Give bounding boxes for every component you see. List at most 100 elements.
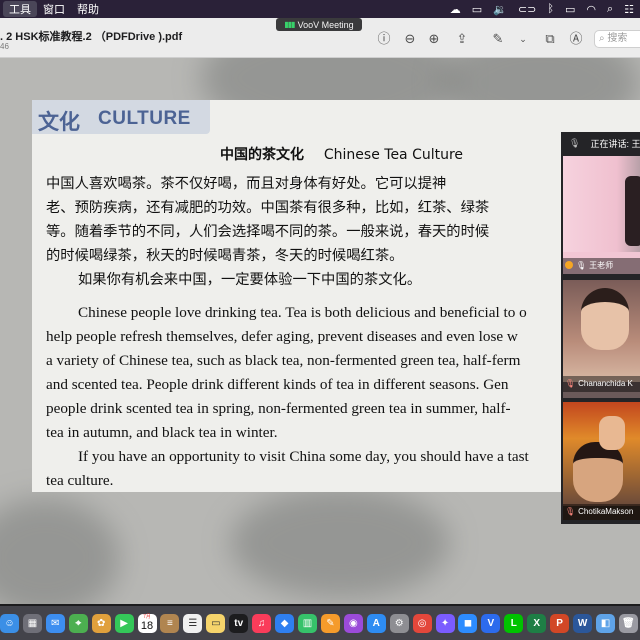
- launchpad-icon[interactable]: ▦: [22, 613, 42, 633]
- info-icon[interactable]: ⓘ: [376, 31, 392, 47]
- participant-name: 🎙 ChotikaMakson: [563, 504, 640, 520]
- annotate-icon[interactable]: Ⓐ: [568, 31, 584, 47]
- markup-pen-icon[interactable]: ✎: [490, 31, 506, 47]
- speaking-label: 正在讲话: 王: [590, 138, 640, 149]
- preview-icon[interactable]: ◧: [595, 613, 615, 633]
- search-field[interactable]: ⌕ 搜索: [594, 30, 640, 48]
- leaf-shadow: [230, 488, 450, 598]
- en-paragraph-line: and scented tea. People drink different …: [46, 376, 509, 393]
- share-icon[interactable]: ⇪: [454, 31, 470, 47]
- user-icon: [565, 261, 573, 269]
- notes-brown-icon[interactable]: ≡: [160, 613, 180, 633]
- article-title-cn: 中国的茶文化: [220, 147, 304, 163]
- microphone-icon[interactable]: 🎙: [569, 138, 580, 149]
- participant-tile[interactable]: 🎙 ChotikaMakson: [563, 402, 640, 520]
- en-paragraph-line: tea culture.: [46, 472, 114, 489]
- link-icon[interactable]: ⊂⊃: [518, 3, 536, 16]
- mail-icon[interactable]: ✉: [45, 613, 65, 633]
- participant-tile[interactable]: 🎙 Chananchida K: [563, 280, 640, 398]
- participants-panel: 🎙 正在讲话: 王 🎙 王老师 🎙 Chananchida K 🎙 ChotikaMa…: [561, 132, 640, 524]
- cn-paragraph-line: 等。随着季节的不同，人们会选择喝不同的茶。一般来说，春天的时候: [46, 224, 490, 240]
- calendar-icon[interactable]: 7月 18: [137, 613, 157, 633]
- menu-item-window[interactable]: 窗口: [37, 1, 71, 17]
- zoom-out-icon[interactable]: ⊖: [402, 31, 418, 47]
- mic-muted-icon: 🎙: [565, 507, 576, 516]
- meeting-indicator[interactable]: ▮▮▮ VooV Meeting: [276, 18, 362, 31]
- facetime-icon[interactable]: ▶: [114, 613, 134, 633]
- zoom-in-icon[interactable]: ⊕: [426, 31, 442, 47]
- keynote-icon[interactable]: ◆: [275, 613, 295, 633]
- participant-tile[interactable]: 🎙 王老师: [563, 156, 640, 274]
- participant-name-text: ChotikaMakson: [578, 507, 634, 516]
- bluetooth-icon[interactable]: ᛒ: [547, 3, 554, 15]
- participant-face: [573, 442, 623, 502]
- section-title-cn: 文化: [38, 109, 80, 134]
- en-paragraph-line: a variety of Chinese tea, such as black …: [46, 352, 521, 369]
- participant-silhouette: [625, 176, 640, 246]
- settings-icon[interactable]: ⚙: [389, 613, 409, 633]
- trash-icon[interactable]: 🗑: [618, 613, 638, 633]
- cn-paragraph-line: 如果你有机会来中国，一定要体验一下中国的茶文化。: [78, 272, 422, 288]
- calendar-day: 18: [140, 619, 154, 632]
- meeting-indicator-label: VooV Meeting: [297, 19, 354, 30]
- article-title: 中国的茶文化 Chinese Tea Culture: [220, 144, 463, 164]
- numbers-icon[interactable]: ▥: [297, 613, 317, 633]
- en-paragraph-line: people drink scented tea in spring, non-…: [46, 400, 511, 417]
- cn-paragraph-line: 老、预防疾病，还有减肥的功效。中国茶有很多种，比如，红茶、绿茶: [46, 200, 490, 216]
- en-paragraph-line: help people refresh themselves, defer ag…: [46, 328, 518, 345]
- excel-icon[interactable]: X: [527, 613, 547, 633]
- participant-name: 🎙 Chananchida K: [563, 376, 640, 392]
- podcasts-icon[interactable]: ◉: [343, 613, 363, 633]
- word-icon[interactable]: W: [573, 613, 593, 633]
- dock: ☺ ▦ ✉ ⌖ ✿ ▶ 7月 18 ≡ ☰ ▭ tv ♫ ◆ ▥ ✎ ◉ A ⚙ ◎ ✦ ◼ V L X P W ◧ 🗑: [0, 606, 640, 640]
- zoom-icon[interactable]: ◼: [458, 613, 478, 633]
- powerpoint-icon[interactable]: P: [550, 613, 570, 633]
- section-tab: 文化 CULTURE: [32, 100, 210, 134]
- pdf-page: 文化 CULTURE 中国的茶文化 Chinese Tea Culture 中国…: [32, 100, 640, 492]
- chevron-down-icon[interactable]: ⌄: [515, 31, 531, 47]
- photos-icon[interactable]: ✿: [91, 613, 111, 633]
- en-paragraph-line: Chinese people love drinking tea. Tea is…: [78, 304, 527, 321]
- wifi-icon[interactable]: ◠: [586, 3, 596, 16]
- finder-icon[interactable]: ☺: [0, 613, 19, 633]
- pages-icon[interactable]: ✎: [320, 613, 340, 633]
- cn-paragraph-line: 中国人喜欢喝茶。茶不仅好喝，而且对身体有好处。它可以提神: [46, 176, 447, 192]
- messenger-icon[interactable]: ✦: [435, 613, 455, 633]
- appstore-icon[interactable]: A: [366, 613, 386, 633]
- participant-name-text: 王老师: [589, 261, 614, 270]
- voov-icon[interactable]: V: [481, 613, 501, 633]
- participant-face: [581, 288, 629, 350]
- leaf-shadow: [0, 498, 120, 604]
- menu-bar: 工具 窗口 帮助 ☁ ▭ 🔉 ⊂⊃ ᛒ ▭ ◠ ⌕ ☷: [0, 0, 640, 18]
- music-icon[interactable]: ♫: [252, 613, 272, 633]
- reminders-icon[interactable]: ☰: [183, 613, 203, 633]
- document-title: . 2 HSK标准教程.2 （PDFDrive ).pdf: [0, 31, 183, 43]
- tv-icon[interactable]: tv: [229, 613, 249, 633]
- menu-item-tools[interactable]: 工具: [3, 1, 37, 17]
- chrome-icon[interactable]: ◎: [412, 613, 432, 633]
- control-center-icon[interactable]: ☷: [624, 3, 634, 16]
- page-indicator: 46: [0, 42, 9, 51]
- document-view[interactable]: 文化 CULTURE 中国的茶文化 Chinese Tea Culture 中国…: [0, 58, 640, 604]
- spotlight-icon[interactable]: ⌕: [607, 3, 613, 16]
- participant-name-text: Chananchida K: [578, 379, 633, 388]
- en-paragraph-line: If you have an opportunity to visit Chin…: [78, 448, 529, 465]
- line-icon[interactable]: L: [504, 613, 524, 633]
- mic-muted-icon: 🎙: [565, 379, 576, 388]
- speaking-header: 🎙 正在讲话: 王: [561, 132, 640, 154]
- maps-icon[interactable]: ⌖: [68, 613, 88, 633]
- battery-icon[interactable]: ▭: [565, 3, 575, 16]
- volume-icon[interactable]: 🔉: [493, 3, 507, 16]
- mic-on-icon: 🎙: [576, 261, 587, 270]
- cloud-icon[interactable]: ☁: [450, 3, 461, 16]
- rotate-icon[interactable]: ⧉: [542, 31, 558, 47]
- article-title-en: Chinese Tea Culture: [323, 147, 464, 163]
- participant-hand: [599, 416, 625, 450]
- menu-item-help[interactable]: 帮助: [71, 1, 105, 17]
- cn-paragraph-line: 的时候喝绿茶，秋天的时候喝青茶，冬天的时候喝红茶。: [46, 248, 404, 264]
- notes-icon[interactable]: ▭: [206, 613, 226, 633]
- section-title-en: CULTURE: [98, 108, 191, 129]
- search-placeholder: 搜索: [607, 33, 628, 44]
- menu-bar-status: ☁ ▭ 🔉 ⊂⊃ ᛒ ▭ ◠ ⌕ ☷: [450, 0, 634, 18]
- cast-icon[interactable]: ▭: [472, 3, 482, 16]
